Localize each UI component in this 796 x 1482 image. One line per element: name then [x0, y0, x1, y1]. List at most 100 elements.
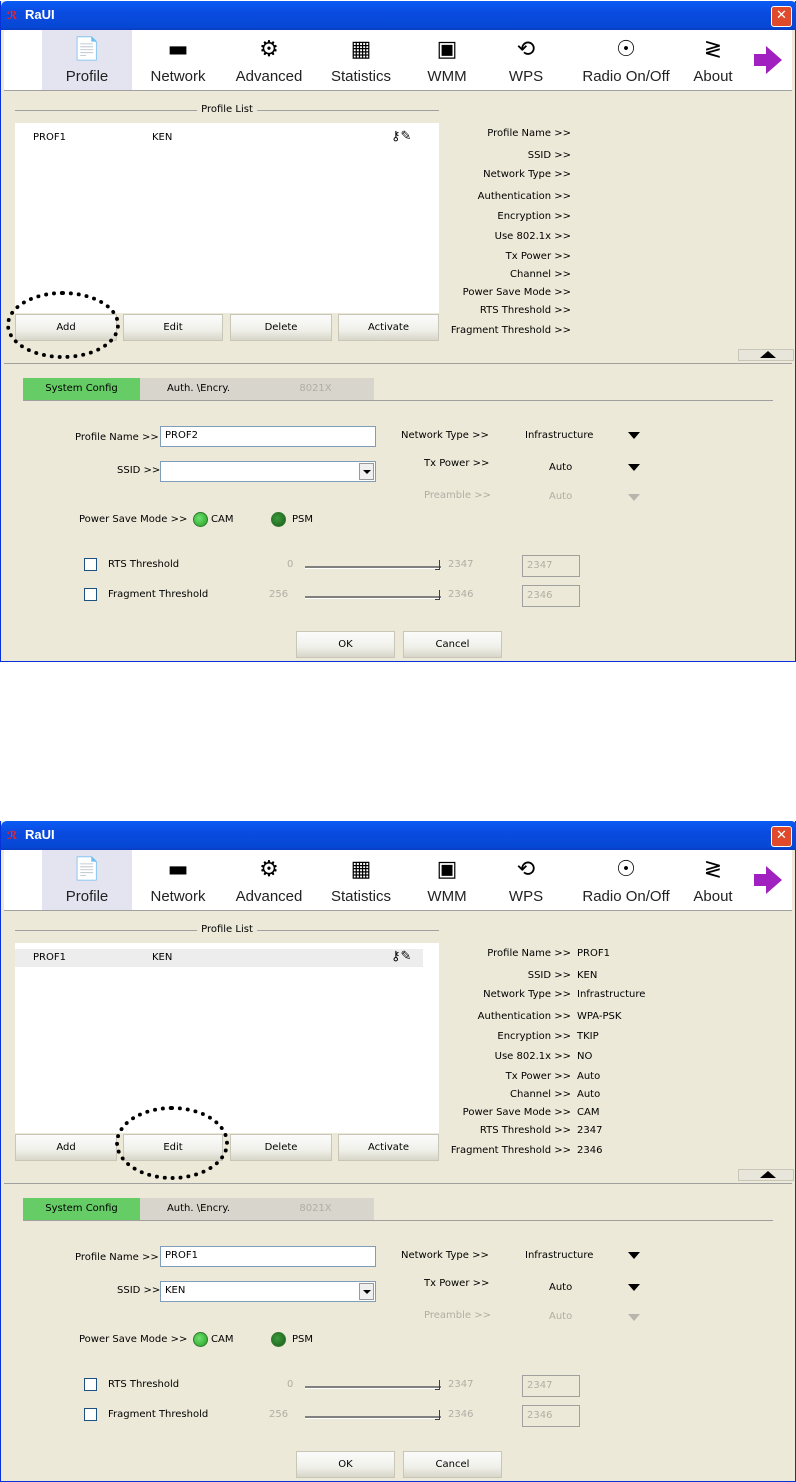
info-value: Auto: [577, 1071, 601, 1082]
fragment-slider[interactable]: [305, 1416, 441, 1419]
close-button[interactable]: ✕: [771, 826, 792, 847]
toolbar-item-advanced[interactable]: ⚙ Advanced: [228, 30, 310, 90]
profile-name-input[interactable]: PROF2: [160, 426, 376, 447]
network-type-select[interactable]: Infrastructure: [525, 1250, 593, 1261]
add-button[interactable]: Add: [15, 1134, 117, 1161]
info-label: Power Save Mode >>: [462, 1107, 571, 1118]
rts-slider-thumb[interactable]: [435, 1380, 440, 1390]
toolbar-item-wps[interactable]: ⟲ WPS: [490, 30, 562, 90]
delete-button[interactable]: Delete: [230, 1134, 332, 1161]
toolbar-item-profile[interactable]: 📄 Profile: [42, 850, 132, 910]
network-icon: ▬: [167, 37, 189, 62]
close-button[interactable]: ✕: [771, 6, 792, 27]
info-label: Tx Power >>: [505, 1071, 571, 1082]
info-label: RTS Threshold >>: [479, 1125, 571, 1136]
profile-list[interactable]: PROF1 KEN ⚷✎: [15, 123, 439, 313]
rts-slider-thumb[interactable]: [435, 560, 440, 570]
profile-list-header: Profile List: [15, 924, 439, 935]
ok-button[interactable]: OK: [296, 1451, 395, 1478]
profile-list-header: Profile List: [15, 104, 439, 115]
rts-slider[interactable]: [305, 1386, 441, 1389]
ssid-combobox[interactable]: KEN: [160, 1281, 376, 1302]
title-bar: ℛ RaUI ✕: [1, 1, 796, 30]
toolbar-item-statistics[interactable]: ▦ Statistics: [320, 30, 402, 90]
cancel-button[interactable]: Cancel: [403, 631, 502, 658]
network-type-label: Network Type >>: [401, 430, 489, 441]
info-label: Use 802.1x >>: [494, 1051, 571, 1062]
collapse-button[interactable]: [738, 349, 794, 361]
info-label: Profile Name >>: [487, 948, 571, 959]
wps-icon: ⟲: [516, 37, 536, 62]
list-item[interactable]: PROF1 KEN ⚷✎: [15, 949, 423, 967]
fragment-slider[interactable]: [305, 596, 441, 599]
toolbar-label: About: [693, 68, 733, 85]
profile-list[interactable]: PROF1 KEN ⚷✎: [15, 943, 439, 1133]
toolbar-item-network[interactable]: ▬ Network: [138, 30, 218, 90]
tab-8021x[interactable]: 8021X: [257, 1198, 374, 1220]
fragment-slider-thumb[interactable]: [435, 1410, 440, 1420]
cam-radio[interactable]: [193, 512, 208, 527]
edit-button[interactable]: Edit: [123, 314, 223, 341]
profile-name-input[interactable]: PROF1: [160, 1246, 376, 1267]
radio-icon: ☉: [616, 37, 636, 62]
info-label: Fragment Threshold >>: [450, 325, 571, 336]
profile-icon: 📄: [73, 37, 101, 62]
fragment-checkbox[interactable]: [84, 1408, 97, 1421]
network-type-label: Network Type >>: [401, 1250, 489, 1261]
rts-checkbox[interactable]: [84, 1378, 97, 1391]
ssid-label: SSID >>: [117, 1285, 161, 1296]
info-value: NO: [577, 1051, 593, 1062]
chevron-down-icon[interactable]: [628, 1284, 640, 1291]
network-type-select[interactable]: Infrastructure: [525, 430, 593, 441]
toolbar-item-statistics[interactable]: ▦ Statistics: [320, 850, 402, 910]
about-icon: ≷: [703, 857, 723, 882]
tx-power-select[interactable]: Auto: [549, 1282, 572, 1293]
toolbar-item-advanced[interactable]: ⚙ Advanced: [228, 850, 310, 910]
chevron-down-icon: [628, 1314, 640, 1321]
fragment-checkbox[interactable]: [84, 588, 97, 601]
cam-radio[interactable]: [193, 1332, 208, 1347]
info-label: Channel >>: [510, 1089, 571, 1100]
info-value: Infrastructure: [577, 989, 646, 1000]
psm-radio[interactable]: [271, 1332, 286, 1347]
radio-icon: ☉: [616, 857, 636, 882]
profile-name-cell: PROF1: [33, 132, 66, 143]
chevron-down-icon[interactable]: [628, 432, 640, 439]
collapse-button[interactable]: [738, 1169, 794, 1181]
profile-list-title: Profile List: [197, 104, 257, 115]
chevron-down-icon[interactable]: [628, 1252, 640, 1259]
ssid-combobox[interactable]: [160, 461, 376, 482]
chevron-down-icon[interactable]: [359, 1283, 374, 1300]
cancel-button[interactable]: Cancel: [403, 1451, 502, 1478]
list-item[interactable]: PROF1 KEN ⚷✎: [15, 129, 423, 147]
tab-8021x[interactable]: 8021X: [257, 378, 374, 400]
tab-system-config[interactable]: System Config: [23, 1198, 140, 1220]
psm-radio[interactable]: [271, 512, 286, 527]
toolbar-item-about[interactable]: ≷ About: [684, 850, 742, 910]
toolbar-item-profile[interactable]: 📄 Profile: [42, 30, 132, 90]
ok-button[interactable]: OK: [296, 631, 395, 658]
key-pen-icon: ⚷✎: [391, 949, 412, 964]
tab-system-config[interactable]: System Config: [23, 378, 140, 400]
info-label: Network Type >>: [483, 169, 571, 180]
chevron-down-icon[interactable]: [628, 464, 640, 471]
toolbar-item-wps[interactable]: ⟲ WPS: [490, 850, 562, 910]
psm-label: PSM: [292, 514, 314, 525]
window-title: RaUI: [25, 7, 55, 22]
fragment-slider-thumb[interactable]: [435, 590, 440, 600]
tx-power-select[interactable]: Auto: [549, 462, 572, 473]
chevron-down-icon[interactable]: [359, 463, 374, 480]
fragment-value-input: 2346: [522, 1405, 580, 1427]
tab-auth-encry[interactable]: Auth. \Encry.: [140, 378, 257, 400]
toolbar-item-radio-on-off[interactable]: ☉ Radio On/Off: [574, 850, 678, 910]
delete-button[interactable]: Delete: [230, 314, 332, 341]
toolbar-item-about[interactable]: ≷ About: [684, 30, 742, 90]
rts-slider[interactable]: [305, 566, 441, 569]
tab-auth-encry[interactable]: Auth. \Encry.: [140, 1198, 257, 1220]
toolbar-item-wmm[interactable]: ▣ WMM: [412, 850, 482, 910]
toolbar-item-wmm[interactable]: ▣ WMM: [412, 30, 482, 90]
rts-checkbox[interactable]: [84, 558, 97, 571]
advanced-icon: ⚙: [259, 857, 279, 882]
toolbar-item-network[interactable]: ▬ Network: [138, 850, 218, 910]
toolbar-item-radio-on-off[interactable]: ☉ Radio On/Off: [574, 30, 678, 90]
